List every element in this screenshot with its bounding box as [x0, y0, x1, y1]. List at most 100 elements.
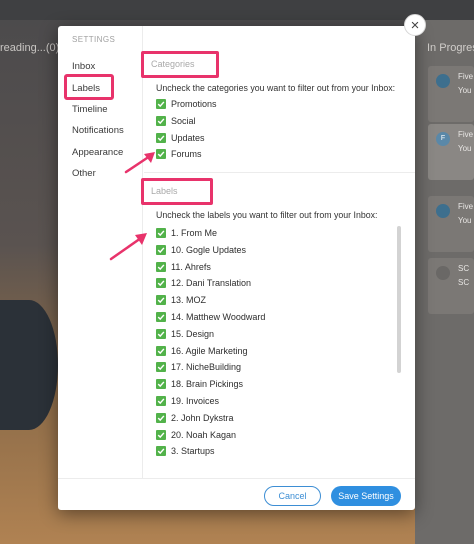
checkbox-row[interactable]: 1. From Me	[156, 226, 217, 240]
checkbox-checked[interactable]	[156, 228, 166, 238]
checkbox-row[interactable]: 15. Design	[156, 327, 214, 341]
labels-scrollbar[interactable]	[397, 226, 401, 373]
background-card-line2: You	[458, 216, 472, 225]
checkbox-checked[interactable]	[156, 362, 166, 373]
checkbox-label: 10. Gogle Updates	[171, 244, 247, 255]
cancel-button[interactable]: Cancel	[264, 486, 321, 506]
checkbox-checked[interactable]	[156, 328, 166, 339]
checkbox-label: 16. Agile Marketing	[171, 345, 248, 356]
checkmark-icon	[157, 314, 165, 321]
background-card: Five You	[428, 196, 474, 252]
checkbox-row[interactable]: 19. Invoices	[156, 394, 219, 408]
sidebar-item-labels[interactable]: Labels	[64, 74, 114, 100]
checkbox-label: Forums	[171, 149, 202, 160]
pink-arrow-icon	[109, 233, 147, 261]
categories-title: Categories	[141, 51, 219, 78]
checkbox-label: 1. From Me	[171, 228, 218, 238]
background-card: SC SC	[428, 258, 474, 314]
checkbox-row[interactable]: 16. Agile Marketing	[156, 344, 248, 358]
sidebar-item-timeline[interactable]: Timeline	[72, 104, 108, 115]
save-settings-button[interactable]: Save Settings	[331, 486, 401, 506]
checkbox-checked[interactable]	[156, 295, 166, 306]
checkmark-icon	[157, 331, 165, 337]
checkbox-checked[interactable]	[156, 261, 166, 272]
checkbox-checked[interactable]	[156, 115, 166, 126]
sidebar-item-appearance[interactable]: Appearance	[72, 147, 123, 158]
checkmark-icon	[157, 247, 165, 253]
checkmark-icon	[157, 264, 165, 270]
checkbox-row[interactable]: 10. Gogle Updates	[156, 243, 246, 257]
checkbox-checked[interactable]	[156, 278, 166, 289]
checkbox-label: 19. Invoices	[171, 396, 220, 406]
background-card-line2: You	[458, 86, 472, 95]
checkmark-icon	[157, 415, 165, 421]
checkbox-row[interactable]: Updates	[156, 131, 205, 145]
checkbox-checked[interactable]	[156, 132, 166, 143]
checkmark-icon	[157, 432, 165, 438]
checkbox-label: 3. Startups	[171, 446, 215, 457]
checkbox-checked[interactable]	[156, 345, 166, 356]
checkbox-row[interactable]: 17. NicheBuilding	[156, 360, 241, 374]
checkbox-row[interactable]: 14. Matthew Woodward	[156, 310, 265, 324]
checkbox-checked[interactable]	[156, 446, 166, 457]
sidebar-item-other[interactable]: Other	[72, 168, 96, 179]
checkbox-checked[interactable]	[156, 412, 166, 423]
checkmark-icon	[157, 280, 165, 287]
background-topbar	[0, 0, 474, 20]
checkbox-row[interactable]: Promotions	[156, 97, 217, 111]
checkbox-label: 18. Brain Pickings	[171, 379, 244, 390]
checkmark-icon	[157, 135, 165, 141]
checkbox-row[interactable]: 18. Brain Pickings	[156, 377, 243, 391]
categories-instruction: Uncheck the categories you want to filte…	[156, 83, 396, 93]
background-card-line1: Five	[458, 72, 474, 81]
checkmark-icon	[157, 364, 165, 371]
checkmark-icon	[157, 101, 165, 108]
checkmark-icon	[157, 348, 165, 354]
sidebar-item-notifications[interactable]: Notifications	[72, 125, 124, 136]
checkbox-row[interactable]: Forums	[156, 147, 202, 161]
checkmark-icon	[157, 381, 165, 388]
checkbox-checked[interactable]	[156, 244, 166, 255]
background-in-progress-title: In Progress	[427, 42, 474, 54]
avatar: F	[436, 132, 450, 146]
checkbox-checked[interactable]	[156, 396, 166, 406]
checkbox-checked[interactable]	[156, 429, 166, 440]
checkbox-label: Updates	[171, 132, 205, 143]
checkbox-row[interactable]: 2. John Dykstra	[156, 411, 234, 425]
checkbox-checked[interactable]	[156, 379, 166, 390]
checkbox-label: 17. NicheBuilding	[171, 362, 242, 373]
sidebar-item-inbox[interactable]: Inbox	[72, 61, 95, 72]
background-card-line2: You	[458, 144, 472, 153]
checkbox-label: 20. Noah Kagan	[171, 429, 237, 440]
checkbox-label: 14. Matthew Woodward	[171, 312, 266, 322]
labels-instruction: Uncheck the labels you want to filter ou…	[156, 210, 378, 220]
background-image-shape	[0, 300, 58, 430]
checkbox-label: Social	[171, 115, 196, 126]
background-reading-label: reading...(0)	[0, 42, 60, 54]
checkmark-icon	[157, 398, 165, 405]
background-card: F Five You	[428, 124, 474, 180]
close-icon[interactable]: ×	[404, 14, 426, 36]
modal-footer: Cancel Save Settings	[58, 478, 415, 510]
avatar	[436, 74, 450, 88]
checkbox-label: 2. John Dykstra	[171, 412, 234, 423]
settings-content: Categories Uncheck the categories you wa…	[141, 26, 415, 478]
checkbox-checked[interactable]	[156, 99, 166, 109]
checkbox-label: 12. Dani Translation	[171, 278, 252, 289]
labels-title: Labels	[141, 178, 213, 205]
checkbox-row[interactable]: Social	[156, 114, 196, 128]
sidebar-heading: SETTINGS	[72, 35, 116, 44]
checkbox-label: 13. MOZ	[171, 295, 207, 306]
checkbox-row[interactable]: 11. Ahrefs	[156, 260, 211, 274]
checkbox-row[interactable]: 20. Noah Kagan	[156, 428, 236, 442]
checkbox-checked[interactable]	[156, 312, 166, 322]
checkbox-row[interactable]: 12. Dani Translation	[156, 276, 251, 290]
background-card: Five You	[428, 66, 474, 122]
checkmark-icon	[157, 118, 165, 124]
checkbox-label: 11. Ahrefs	[171, 261, 211, 272]
checkbox-row[interactable]: 3. Startups	[156, 444, 215, 458]
background-card-line1: SC	[458, 264, 470, 273]
checkbox-row[interactable]: 13. MOZ	[156, 293, 206, 307]
background-card-line1: Five	[458, 130, 474, 139]
avatar	[436, 204, 450, 218]
